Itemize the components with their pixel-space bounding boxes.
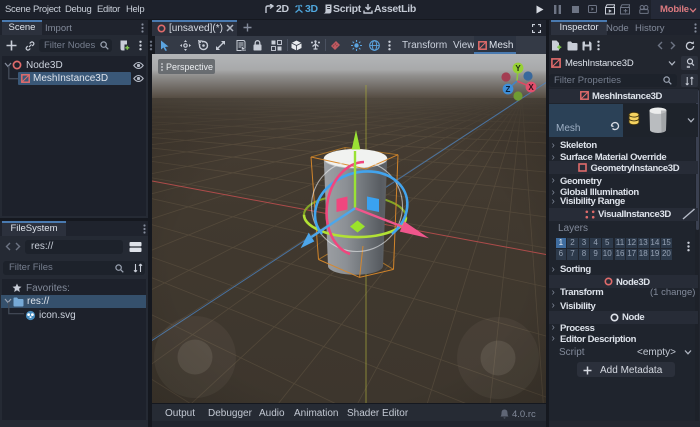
svg-text:X: X xyxy=(528,83,534,92)
svg-text:Y: Y xyxy=(515,64,521,73)
svg-text:Z: Z xyxy=(506,85,511,94)
